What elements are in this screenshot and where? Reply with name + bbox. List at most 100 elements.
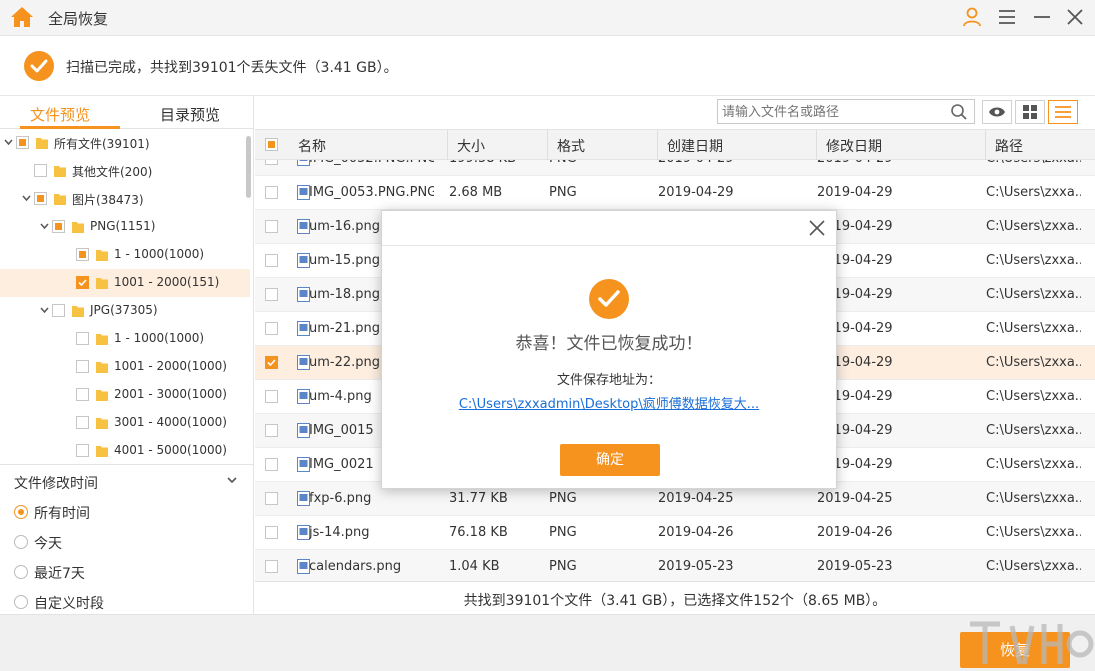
search-icon[interactable] xyxy=(950,103,968,121)
tree-node[interactable]: 1 - 1000(1000) xyxy=(0,241,250,269)
col-created[interactable]: 创建日期 xyxy=(667,136,723,156)
radio-label: 最近7天 xyxy=(34,566,85,582)
search-box[interactable] xyxy=(717,99,975,124)
cell-name: js-14.png xyxy=(309,525,370,540)
row-checkbox[interactable] xyxy=(265,254,278,267)
menu-icon[interactable] xyxy=(995,6,1019,28)
search-input[interactable] xyxy=(722,103,942,121)
cell-path: C:\Users\zxxa... xyxy=(986,525,1081,540)
tree-node[interactable]: 1001 - 2000(1000) xyxy=(0,353,250,381)
title-bar: 全局恢复 xyxy=(0,0,1095,36)
tree-node[interactable]: JPG(37305) xyxy=(0,297,250,325)
col-size[interactable]: 大小 xyxy=(457,136,485,156)
table-row[interactable]: IMG_0053.PNG.PNG 2.68 MB PNG 2019-04-29 2019… xyxy=(255,176,1095,210)
cell-modified: 2019-04-29 xyxy=(817,389,893,404)
tree-checkbox[interactable] xyxy=(34,192,47,205)
col-modified[interactable]: 修改日期 xyxy=(826,136,882,156)
minimize-icon[interactable] xyxy=(1030,6,1054,28)
list-icon xyxy=(1055,106,1071,118)
col-format[interactable]: 格式 xyxy=(557,136,585,156)
list-view-button[interactable] xyxy=(1048,100,1078,124)
cell-format: PNG xyxy=(549,491,577,506)
tree-checkbox[interactable] xyxy=(76,276,89,289)
cell-path: C:\Users\zxxa... xyxy=(986,219,1081,234)
row-checkbox[interactable] xyxy=(265,424,278,437)
tree-node[interactable]: 所有文件(39101) xyxy=(0,129,250,157)
row-checkbox[interactable] xyxy=(265,560,278,573)
chevron-down-icon[interactable] xyxy=(226,475,238,485)
home-icon[interactable] xyxy=(10,6,34,28)
table-row[interactable]: IMG_0052.PNG.PNG 199.58 KB PNG 2019-04-29 20… xyxy=(255,160,1095,176)
tree-checkbox[interactable] xyxy=(76,248,89,261)
cell-modified: 2019-04-29 xyxy=(817,287,893,302)
tree-checkbox[interactable] xyxy=(76,332,89,345)
confirm-button[interactable]: 确定 xyxy=(560,444,660,476)
cell-modified: 2019-04-26 xyxy=(817,525,893,540)
cell-modified: 2019-04-29 xyxy=(817,219,893,234)
tree-node[interactable]: PNG(1151) xyxy=(0,213,250,241)
tree-node[interactable]: 3001 - 4000(1000) xyxy=(0,409,250,437)
radio-button[interactable] xyxy=(14,505,28,519)
cell-created: 2019-04-29 xyxy=(658,185,734,200)
app-title: 全局恢复 xyxy=(48,10,109,28)
row-checkbox[interactable] xyxy=(265,322,278,335)
table-row[interactable]: calendars.png 1.04 KB PNG 2019-05-23 2019-05… xyxy=(255,550,1095,581)
expand-arrow-icon[interactable] xyxy=(40,306,49,315)
select-all-checkbox[interactable] xyxy=(265,138,278,151)
tab-directory-preview[interactable]: 目录预览 xyxy=(160,104,220,125)
tree-checkbox[interactable] xyxy=(52,304,65,317)
preview-view-button[interactable] xyxy=(982,100,1012,124)
expand-arrow-icon[interactable] xyxy=(22,194,31,203)
expand-arrow-icon[interactable] xyxy=(40,222,49,231)
user-icon[interactable] xyxy=(960,6,984,28)
tree-node[interactable]: 1001 - 2000(151) xyxy=(0,269,250,297)
tree-checkbox[interactable] xyxy=(16,136,29,149)
left-panel: 文件预览 目录预览 所有文件(39101) 其他文件(200) 图片(38473) P… xyxy=(0,96,254,614)
row-checkbox[interactable] xyxy=(265,160,278,165)
grid-view-button[interactable] xyxy=(1015,100,1045,124)
save-path-link[interactable]: C:\Users\zxxadmin\Desktop\疯师傅数据恢复大... xyxy=(382,393,836,412)
grid-icon xyxy=(1023,105,1037,119)
row-checkbox[interactable] xyxy=(265,458,278,471)
tree-node[interactable]: 1 - 1000(1000) xyxy=(0,325,250,353)
col-name[interactable]: 名称 xyxy=(298,136,326,156)
row-checkbox[interactable] xyxy=(265,220,278,233)
tree-checkbox[interactable] xyxy=(34,164,47,177)
cell-size: 31.77 KB xyxy=(449,491,508,506)
row-checkbox[interactable] xyxy=(265,526,278,539)
tree-checkbox[interactable] xyxy=(76,388,89,401)
tree-node[interactable]: 4001 - 5000(1000) xyxy=(0,437,250,464)
row-checkbox[interactable] xyxy=(265,390,278,403)
scan-status-bar: 扫描已完成，共找到39101个丢失文件（3.41 GB）。 xyxy=(0,36,1095,96)
cell-size: 1.04 KB xyxy=(449,559,500,574)
tab-file-preview[interactable]: 文件预览 xyxy=(30,104,90,125)
tree-node[interactable]: 图片(38473) xyxy=(0,185,250,213)
cell-modified: 2019-04-29 xyxy=(817,253,893,268)
tree-node[interactable]: 其他文件(200) xyxy=(0,157,250,185)
radio-button[interactable] xyxy=(14,535,28,549)
folder-tree: 所有文件(39101) 其他文件(200) 图片(38473) PNG(1151) 1 … xyxy=(0,129,254,464)
tree-node[interactable]: 2001 - 3000(1000) xyxy=(0,381,250,409)
tree-checkbox[interactable] xyxy=(76,416,89,429)
row-checkbox[interactable] xyxy=(265,356,278,369)
close-icon[interactable] xyxy=(1063,6,1087,28)
dialog-close-icon[interactable] xyxy=(808,219,826,237)
expand-arrow-icon[interactable] xyxy=(4,138,13,147)
folder-icon xyxy=(72,222,84,233)
row-checkbox[interactable] xyxy=(265,288,278,301)
radio-button[interactable] xyxy=(14,595,28,609)
radio-button[interactable] xyxy=(14,565,28,579)
row-checkbox[interactable] xyxy=(265,186,278,199)
row-checkbox[interactable] xyxy=(265,492,278,505)
folder-icon xyxy=(96,418,108,429)
tree-scrollbar[interactable] xyxy=(246,136,251,198)
tree-checkbox[interactable] xyxy=(52,220,65,233)
cell-name: IMG_0053.PNG.PNG xyxy=(309,185,434,200)
tree-checkbox[interactable] xyxy=(76,444,89,457)
cell-name: IMG_0052.PNG.PNG xyxy=(309,160,434,166)
cell-name: fxp-6.png xyxy=(309,491,372,506)
col-path[interactable]: 路径 xyxy=(995,136,1023,156)
table-row[interactable]: js-14.png 76.18 KB PNG 2019-04-26 2019-04-26… xyxy=(255,516,1095,550)
tree-checkbox[interactable] xyxy=(76,360,89,373)
cell-path: C:\Users\zxxa... xyxy=(986,253,1081,268)
